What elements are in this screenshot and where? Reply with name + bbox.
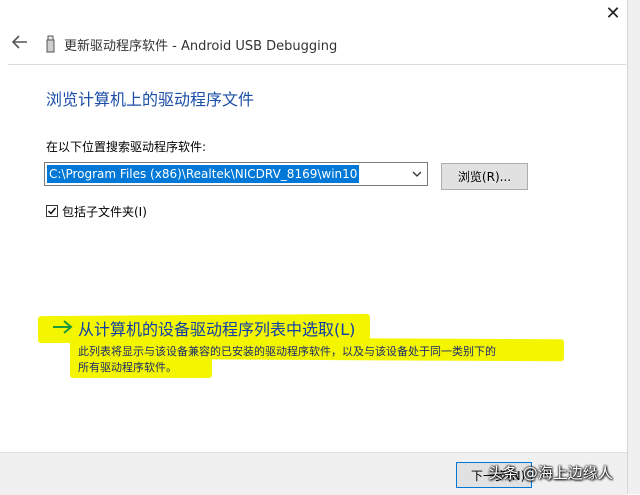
chevron-down-icon[interactable] [411, 168, 423, 180]
watermark: 头条 @海上边缘人 [488, 464, 613, 482]
search-location-label: 在以下位置搜索驱动程序软件: [46, 140, 207, 154]
browse-button[interactable]: 浏览(R)... [441, 163, 528, 190]
check-icon [47, 207, 57, 215]
back-button[interactable] [9, 31, 31, 53]
include-subfolders-checkbox[interactable] [46, 205, 58, 217]
pick-from-device-list-link[interactable]: 从计算机的设备驱动程序列表中选取(L) [78, 316, 355, 340]
usb-device-icon [46, 35, 55, 53]
pick-from-list-description: 此列表将显示与该设备兼容的已安装的驱动程序软件，以及与该设备处于同一类别下的 [78, 345, 496, 358]
green-right-arrow-icon [53, 320, 73, 334]
update-driver-window: ✕ 更新驱动程序软件 - Android USB Debugging 浏览计算机… [0, 0, 640, 495]
page-title: 浏览计算机上的驱动程序文件 [46, 90, 255, 109]
window-title: 更新驱动程序软件 - Android USB Debugging [64, 39, 338, 54]
close-button[interactable]: ✕ [598, 0, 628, 26]
back-arrow-icon [12, 35, 27, 49]
pick-from-list-description: 所有驱动程序软件。 [78, 361, 177, 374]
close-icon: ✕ [605, 2, 621, 24]
search-path-combobox[interactable]: C:\Program Files (x86)\Realtek\NICDRV_81… [44, 162, 428, 186]
include-subfolders-label[interactable]: 包括子文件夹(I) [62, 203, 147, 220]
background-window-strip [627, 0, 640, 494]
search-path-value[interactable]: C:\Program Files (x86)\Realtek\NICDRV_81… [47, 165, 360, 183]
header-divider [8, 64, 626, 65]
